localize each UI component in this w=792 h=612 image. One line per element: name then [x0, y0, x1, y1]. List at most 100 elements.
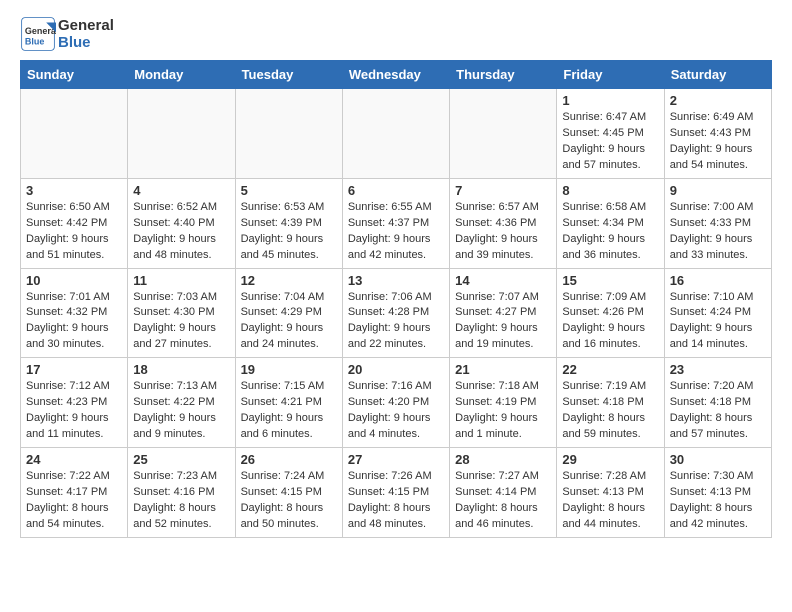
day-info: Sunrise: 6:53 AM Sunset: 4:39 PM Dayligh…: [241, 200, 337, 264]
day-number: 27: [348, 452, 444, 467]
day-number: 1: [562, 93, 658, 108]
logo-icon: General Blue: [20, 16, 56, 52]
calendar-cell: 3 Sunrise: 6:50 AM Sunset: 4:42 PM Daylig…: [21, 178, 128, 268]
day-number: 5: [241, 183, 337, 198]
calendar-cell: [128, 89, 235, 179]
calendar-cell: 20 Sunrise: 7:16 AM Sunset: 4:20 PM Dayli…: [342, 358, 449, 448]
day-info: Sunrise: 7:19 AM Sunset: 4:18 PM Dayligh…: [562, 379, 658, 443]
day-info: Sunrise: 6:58 AM Sunset: 4:34 PM Dayligh…: [562, 200, 658, 264]
day-info: Sunrise: 7:07 AM Sunset: 4:27 PM Dayligh…: [455, 290, 551, 354]
calendar-cell: [21, 89, 128, 179]
day-number: 20: [348, 362, 444, 377]
week-row-5: 24 Sunrise: 7:22 AM Sunset: 4:17 PM Dayli…: [21, 448, 772, 538]
day-info: Sunrise: 7:03 AM Sunset: 4:30 PM Dayligh…: [133, 290, 229, 354]
calendar-cell: 26 Sunrise: 7:24 AM Sunset: 4:15 PM Dayli…: [235, 448, 342, 538]
calendar-cell: 21 Sunrise: 7:18 AM Sunset: 4:19 PM Dayli…: [450, 358, 557, 448]
day-number: 23: [670, 362, 766, 377]
day-number: 19: [241, 362, 337, 377]
weekday-header-sunday: Sunday: [21, 61, 128, 89]
calendar-cell: 4 Sunrise: 6:52 AM Sunset: 4:40 PM Daylig…: [128, 178, 235, 268]
svg-text:Blue: Blue: [25, 37, 45, 47]
day-info: Sunrise: 7:18 AM Sunset: 4:19 PM Dayligh…: [455, 379, 551, 443]
day-number: 14: [455, 273, 551, 288]
day-info: Sunrise: 6:50 AM Sunset: 4:42 PM Dayligh…: [26, 200, 122, 264]
day-number: 11: [133, 273, 229, 288]
weekday-header-friday: Friday: [557, 61, 664, 89]
day-info: Sunrise: 7:15 AM Sunset: 4:21 PM Dayligh…: [241, 379, 337, 443]
day-info: Sunrise: 7:06 AM Sunset: 4:28 PM Dayligh…: [348, 290, 444, 354]
calendar-cell: [450, 89, 557, 179]
week-row-3: 10 Sunrise: 7:01 AM Sunset: 4:32 PM Dayli…: [21, 268, 772, 358]
calendar-cell: 30Sunrise: 7:30 AM Sunset: 4:13 PM Dayli…: [664, 448, 771, 538]
weekday-header-saturday: Saturday: [664, 61, 771, 89]
calendar-cell: 12 Sunrise: 7:04 AM Sunset: 4:29 PM Dayli…: [235, 268, 342, 358]
calendar-cell: 10 Sunrise: 7:01 AM Sunset: 4:32 PM Dayli…: [21, 268, 128, 358]
week-row-2: 3 Sunrise: 6:50 AM Sunset: 4:42 PM Daylig…: [21, 178, 772, 268]
header: General Blue GeneralBlue: [20, 16, 772, 52]
calendar-cell: 8 Sunrise: 6:58 AM Sunset: 4:34 PM Daylig…: [557, 178, 664, 268]
calendar-cell: 9 Sunrise: 7:00 AM Sunset: 4:33 PM Daylig…: [664, 178, 771, 268]
calendar-cell: 29Sunrise: 7:28 AM Sunset: 4:13 PM Dayli…: [557, 448, 664, 538]
calendar-cell: 24 Sunrise: 7:22 AM Sunset: 4:17 PM Dayli…: [21, 448, 128, 538]
day-info: Sunrise: 6:55 AM Sunset: 4:37 PM Dayligh…: [348, 200, 444, 264]
day-number: 3: [26, 183, 122, 198]
weekday-header-wednesday: Wednesday: [342, 61, 449, 89]
calendar-cell: 22 Sunrise: 7:19 AM Sunset: 4:18 PM Dayli…: [557, 358, 664, 448]
day-number: 16: [670, 273, 766, 288]
calendar-cell: 1 Sunrise: 6:47 AM Sunset: 4:45 PM Daylig…: [557, 89, 664, 179]
day-number: 22: [562, 362, 658, 377]
calendar-cell: 7Sunrise: 6:57 AM Sunset: 4:36 PM Daylig…: [450, 178, 557, 268]
day-number: 21: [455, 362, 551, 377]
calendar-cell: 6Sunrise: 6:55 AM Sunset: 4:37 PM Daylig…: [342, 178, 449, 268]
weekday-header-thursday: Thursday: [450, 61, 557, 89]
calendar-cell: 19 Sunrise: 7:15 AM Sunset: 4:21 PM Dayli…: [235, 358, 342, 448]
calendar-cell: 14 Sunrise: 7:07 AM Sunset: 4:27 PM Dayli…: [450, 268, 557, 358]
day-number: 2: [670, 93, 766, 108]
calendar-cell: 18Sunrise: 7:13 AM Sunset: 4:22 PM Dayli…: [128, 358, 235, 448]
day-info: Sunrise: 7:20 AM Sunset: 4:18 PM Dayligh…: [670, 379, 766, 443]
calendar-cell: [342, 89, 449, 179]
calendar-cell: 17 Sunrise: 7:12 AM Sunset: 4:23 PM Dayli…: [21, 358, 128, 448]
day-info: Sunrise: 7:22 AM Sunset: 4:17 PM Dayligh…: [26, 469, 122, 533]
day-number: 8: [562, 183, 658, 198]
day-info: Sunrise: 7:01 AM Sunset: 4:32 PM Dayligh…: [26, 290, 122, 354]
day-info: Sunrise: 7:26 AM Sunset: 4:15 PM Dayligh…: [348, 469, 444, 533]
calendar-cell: 2 Sunrise: 6:49 AM Sunset: 4:43 PM Daylig…: [664, 89, 771, 179]
day-info: Sunrise: 7:00 AM Sunset: 4:33 PM Dayligh…: [670, 200, 766, 264]
day-info: Sunrise: 6:49 AM Sunset: 4:43 PM Dayligh…: [670, 110, 766, 174]
calendar-cell: 16Sunrise: 7:10 AM Sunset: 4:24 PM Dayli…: [664, 268, 771, 358]
logo-text: GeneralBlue: [58, 17, 114, 52]
logo: General Blue GeneralBlue: [20, 16, 114, 52]
day-number: 29: [562, 452, 658, 467]
calendar-cell: 5 Sunrise: 6:53 AM Sunset: 4:39 PM Daylig…: [235, 178, 342, 268]
day-number: 12: [241, 273, 337, 288]
day-info: Sunrise: 6:52 AM Sunset: 4:40 PM Dayligh…: [133, 200, 229, 264]
calendar-cell: 15Sunrise: 7:09 AM Sunset: 4:26 PM Dayli…: [557, 268, 664, 358]
weekday-header-monday: Monday: [128, 61, 235, 89]
week-row-1: 1 Sunrise: 6:47 AM Sunset: 4:45 PM Daylig…: [21, 89, 772, 179]
day-number: 24: [26, 452, 122, 467]
day-number: 13: [348, 273, 444, 288]
day-number: 28: [455, 452, 551, 467]
week-row-4: 17 Sunrise: 7:12 AM Sunset: 4:23 PM Dayli…: [21, 358, 772, 448]
day-number: 18: [133, 362, 229, 377]
calendar-cell: 27 Sunrise: 7:26 AM Sunset: 4:15 PM Dayli…: [342, 448, 449, 538]
day-info: Sunrise: 7:12 AM Sunset: 4:23 PM Dayligh…: [26, 379, 122, 443]
day-number: 10: [26, 273, 122, 288]
day-info: Sunrise: 7:16 AM Sunset: 4:20 PM Dayligh…: [348, 379, 444, 443]
day-number: 4: [133, 183, 229, 198]
day-info: Sunrise: 6:57 AM Sunset: 4:36 PM Dayligh…: [455, 200, 551, 264]
day-info: Sunrise: 7:23 AM Sunset: 4:16 PM Dayligh…: [133, 469, 229, 533]
day-info: Sunrise: 7:24 AM Sunset: 4:15 PM Dayligh…: [241, 469, 337, 533]
day-number: 17: [26, 362, 122, 377]
calendar-table: SundayMondayTuesdayWednesdayThursdayFrid…: [20, 60, 772, 538]
day-number: 9: [670, 183, 766, 198]
calendar-cell: 11 Sunrise: 7:03 AM Sunset: 4:30 PM Dayli…: [128, 268, 235, 358]
calendar-cell: [235, 89, 342, 179]
day-number: 15: [562, 273, 658, 288]
weekday-header-tuesday: Tuesday: [235, 61, 342, 89]
day-info: Sunrise: 6:47 AM Sunset: 4:45 PM Dayligh…: [562, 110, 658, 174]
weekday-header-row: SundayMondayTuesdayWednesdayThursdayFrid…: [21, 61, 772, 89]
day-number: 26: [241, 452, 337, 467]
day-info: Sunrise: 7:04 AM Sunset: 4:29 PM Dayligh…: [241, 290, 337, 354]
